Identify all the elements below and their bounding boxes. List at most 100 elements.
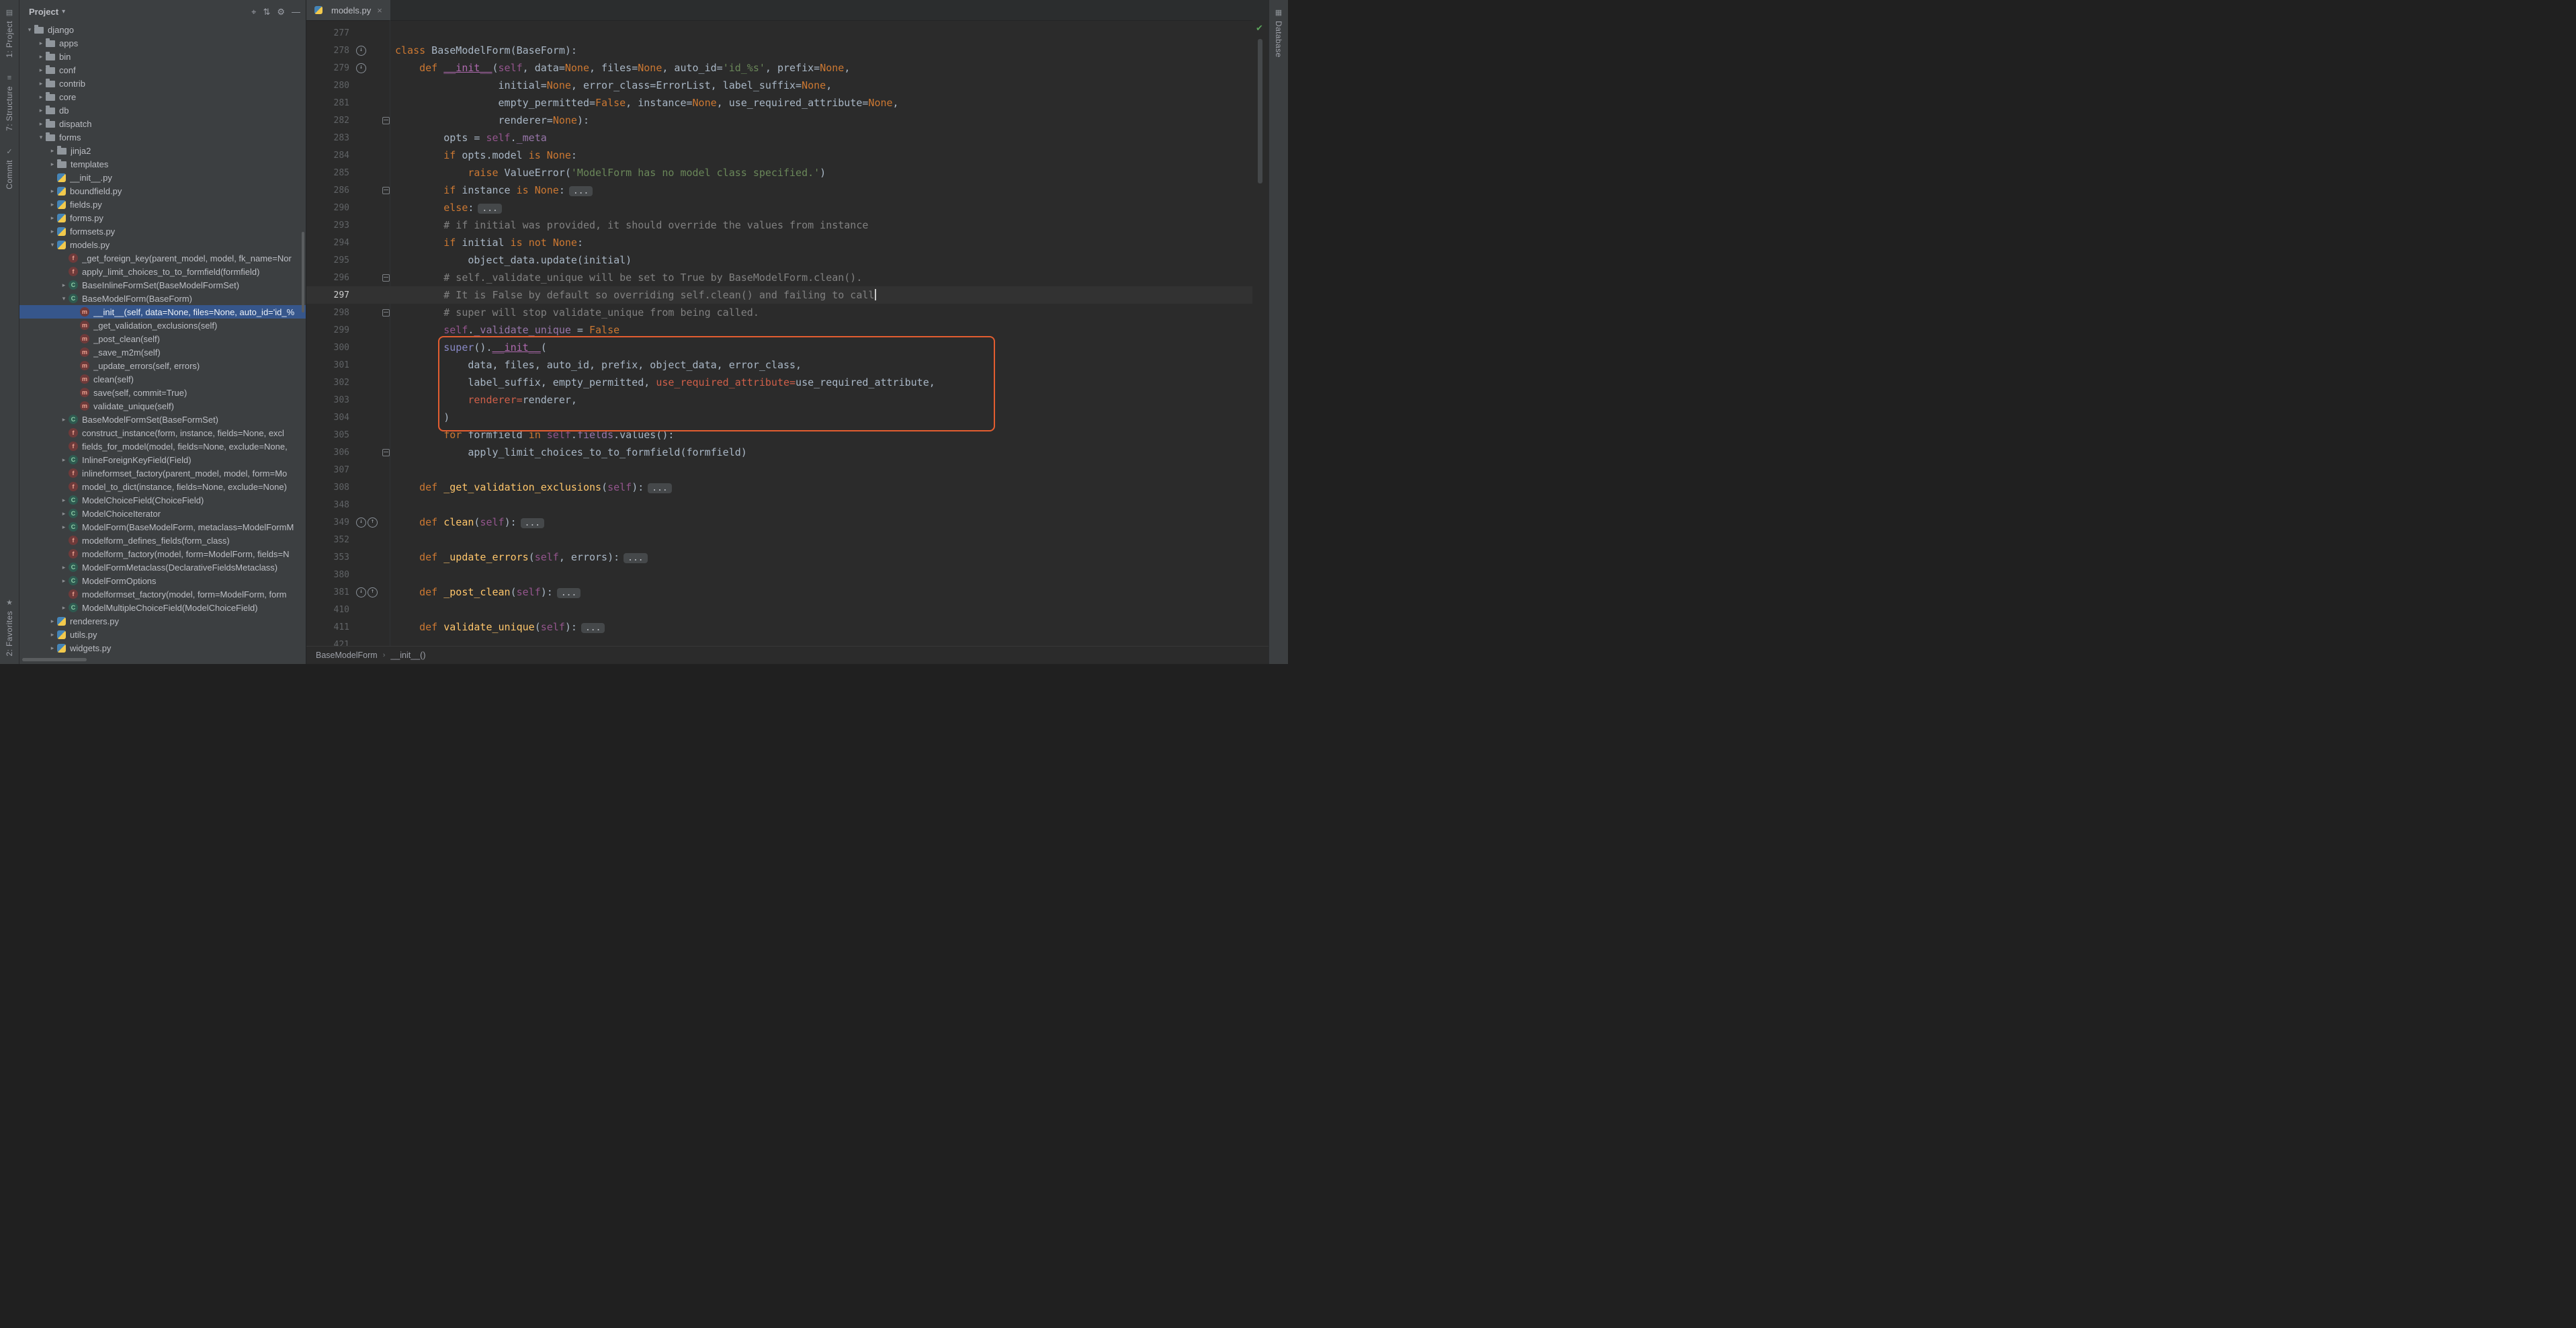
override-down-icon[interactable]: ↓	[356, 517, 366, 528]
override-up-icon[interactable]: ↑	[368, 517, 378, 528]
tool-button-structure[interactable]: ≡ 7: Structure	[0, 66, 19, 139]
code-line[interactable]: 280 initial=None, error_class=ErrorList,…	[306, 77, 1252, 94]
tree-item[interactable]: save(self, commit=True)	[19, 386, 306, 399]
fold-marker-icon[interactable]	[382, 187, 390, 194]
line-number[interactable]: 281	[306, 98, 355, 108]
chevron-collapsed-icon[interactable]: ▸	[36, 107, 46, 114]
override-down-icon[interactable]: ↓	[356, 587, 366, 597]
line-number[interactable]: 306	[306, 448, 355, 458]
code-line[interactable]: 285 raise ValueError('ModelForm has no m…	[306, 164, 1252, 181]
override-up-icon[interactable]: ↑	[368, 587, 378, 597]
tree-item[interactable]: ▸BaseModelFormSet(BaseFormSet)	[19, 413, 306, 426]
chevron-collapsed-icon[interactable]: ▸	[59, 524, 69, 531]
line-number[interactable]: 381	[306, 587, 355, 597]
chevron-collapsed-icon[interactable]: ▸	[48, 147, 57, 155]
line-number[interactable]: 301	[306, 360, 355, 370]
tree-item[interactable]: validate_unique(self)	[19, 399, 306, 413]
tab-models-py[interactable]: models.py ×	[306, 0, 391, 20]
line-number[interactable]: 279	[306, 63, 355, 73]
code-line[interactable]: 306 apply_limit_choices_to_to_formfield(…	[306, 444, 1252, 461]
tree-item[interactable]: _get_validation_exclusions(self)	[19, 319, 306, 332]
line-number[interactable]: 280	[306, 81, 355, 91]
chevron-collapsed-icon[interactable]: ▸	[59, 564, 69, 571]
chevron-collapsed-icon[interactable]: ▸	[48, 161, 57, 168]
code-line[interactable]: 421	[306, 636, 1252, 647]
tree-item[interactable]: ▸dispatch	[19, 117, 306, 130]
project-vertical-scrollbar[interactable]	[302, 232, 304, 313]
tool-button-commit[interactable]: ✓ Commit	[0, 139, 19, 198]
code-line[interactable]: 349↓↑ def clean(self):...	[306, 513, 1252, 531]
locate-file-icon[interactable]: ⌖	[251, 7, 256, 16]
line-number[interactable]: 299	[306, 325, 355, 335]
line-number[interactable]: 308	[306, 483, 355, 493]
chevron-collapsed-icon[interactable]: ▸	[48, 214, 57, 222]
tree-item[interactable]: ▸ModelChoiceField(ChoiceField)	[19, 493, 306, 507]
line-number[interactable]: 349	[306, 517, 355, 528]
code-line[interactable]: 282 renderer=None):	[306, 112, 1252, 129]
collapse-all-icon[interactable]: ⇅	[263, 7, 270, 16]
code-line[interactable]: 293 # if initial was provided, it should…	[306, 216, 1252, 234]
tree-item[interactable]: ▸ModelFormMetaclass(DeclarativeFieldsMet…	[19, 561, 306, 574]
line-number[interactable]: 295	[306, 255, 355, 265]
tree-item[interactable]: ▾django	[19, 23, 306, 36]
tree-item[interactable]: inlineformset_factory(parent_model, mode…	[19, 466, 306, 480]
tree-item[interactable]: ▸ModelChoiceIterator	[19, 507, 306, 520]
tree-item[interactable]: __init__.py	[19, 171, 306, 184]
chevron-collapsed-icon[interactable]: ▸	[36, 40, 46, 47]
breadcrumb-item[interactable]: __init__()	[390, 651, 425, 660]
tree-item[interactable]: _save_m2m(self)	[19, 345, 306, 359]
line-number[interactable]: 304	[306, 413, 355, 423]
line-number[interactable]: 294	[306, 238, 355, 248]
tree-item[interactable]: apply_limit_choices_to_to_formfield(form…	[19, 265, 306, 278]
chevron-collapsed-icon[interactable]: ▸	[59, 497, 69, 504]
chevron-collapsed-icon[interactable]: ▸	[48, 188, 57, 195]
code-line[interactable]: 301 data, files, auto_id, prefix, object…	[306, 356, 1252, 374]
chevron-collapsed-icon[interactable]: ▸	[59, 510, 69, 517]
code-line[interactable]: 277	[306, 24, 1252, 42]
chevron-collapsed-icon[interactable]: ▸	[36, 67, 46, 74]
code-line[interactable]: 305 for formfield in self.fields.values(…	[306, 426, 1252, 444]
code-line[interactable]: 286 if instance is None:...	[306, 181, 1252, 199]
line-number[interactable]: 282	[306, 116, 355, 126]
code-line[interactable]: 353 def _update_errors(self, errors):...	[306, 548, 1252, 566]
code-line[interactable]: 381↓↑ def _post_clean(self):...	[306, 583, 1252, 601]
tree-item[interactable]: ▸conf	[19, 63, 306, 77]
project-view-selector[interactable]: Project	[29, 7, 58, 17]
chevron-collapsed-icon[interactable]: ▸	[59, 282, 69, 289]
tree-item[interactable]: ▸db	[19, 103, 306, 117]
tree-item[interactable]: ▸forms.py	[19, 211, 306, 224]
code-area[interactable]: 277278↓class BaseModelForm(BaseForm):279…	[306, 20, 1252, 647]
chevron-collapsed-icon[interactable]: ▸	[59, 456, 69, 464]
tree-item[interactable]: ▸jinja2	[19, 144, 306, 157]
tree-item[interactable]: _update_errors(self, errors)	[19, 359, 306, 372]
line-number[interactable]: 352	[306, 535, 355, 545]
code-line[interactable]: 380	[306, 566, 1252, 583]
project-horizontal-scrollbar[interactable]	[22, 658, 87, 661]
tool-button-database[interactable]: ▦ Database	[1269, 0, 1288, 66]
code-line[interactable]: 297 # It is False by default so overridi…	[306, 286, 1252, 304]
tree-item[interactable]: ▾BaseModelForm(BaseForm)	[19, 292, 306, 305]
line-number[interactable]: 298	[306, 308, 355, 318]
tree-item[interactable]: modelformset_factory(model, form=ModelFo…	[19, 587, 306, 601]
chevron-collapsed-icon[interactable]: ▸	[36, 120, 46, 128]
code-line[interactable]: 303 renderer=renderer,	[306, 391, 1252, 409]
chevron-collapsed-icon[interactable]: ▸	[36, 80, 46, 87]
code-line[interactable]: 300 super().__init__(	[306, 339, 1252, 356]
tree-item[interactable]: ▸apps	[19, 36, 306, 50]
code-line[interactable]: 299 self._validate_unique = False	[306, 321, 1252, 339]
code-line[interactable]: 307	[306, 461, 1252, 479]
chevron-collapsed-icon[interactable]: ▸	[48, 645, 57, 652]
chevron-collapsed-icon[interactable]: ▸	[36, 53, 46, 60]
code-line[interactable]: 298 # super will stop validate_unique fr…	[306, 304, 1252, 321]
tree-item[interactable]: ▸widgets.py	[19, 641, 306, 655]
line-number[interactable]: 307	[306, 465, 355, 475]
tree-item[interactable]: ▸fields.py	[19, 198, 306, 211]
tree-item[interactable]: _post_clean(self)	[19, 332, 306, 345]
breadcrumb-item[interactable]: BaseModelForm	[316, 651, 378, 660]
line-number[interactable]: 285	[306, 168, 355, 178]
editor-scrollbar[interactable]	[1258, 39, 1262, 183]
code-line[interactable]: 295 object_data.update(initial)	[306, 251, 1252, 269]
line-number[interactable]: 278	[306, 46, 355, 56]
code-line[interactable]: 279↓ def __init__(self, data=None, files…	[306, 59, 1252, 77]
chevron-collapsed-icon[interactable]: ▸	[48, 228, 57, 235]
